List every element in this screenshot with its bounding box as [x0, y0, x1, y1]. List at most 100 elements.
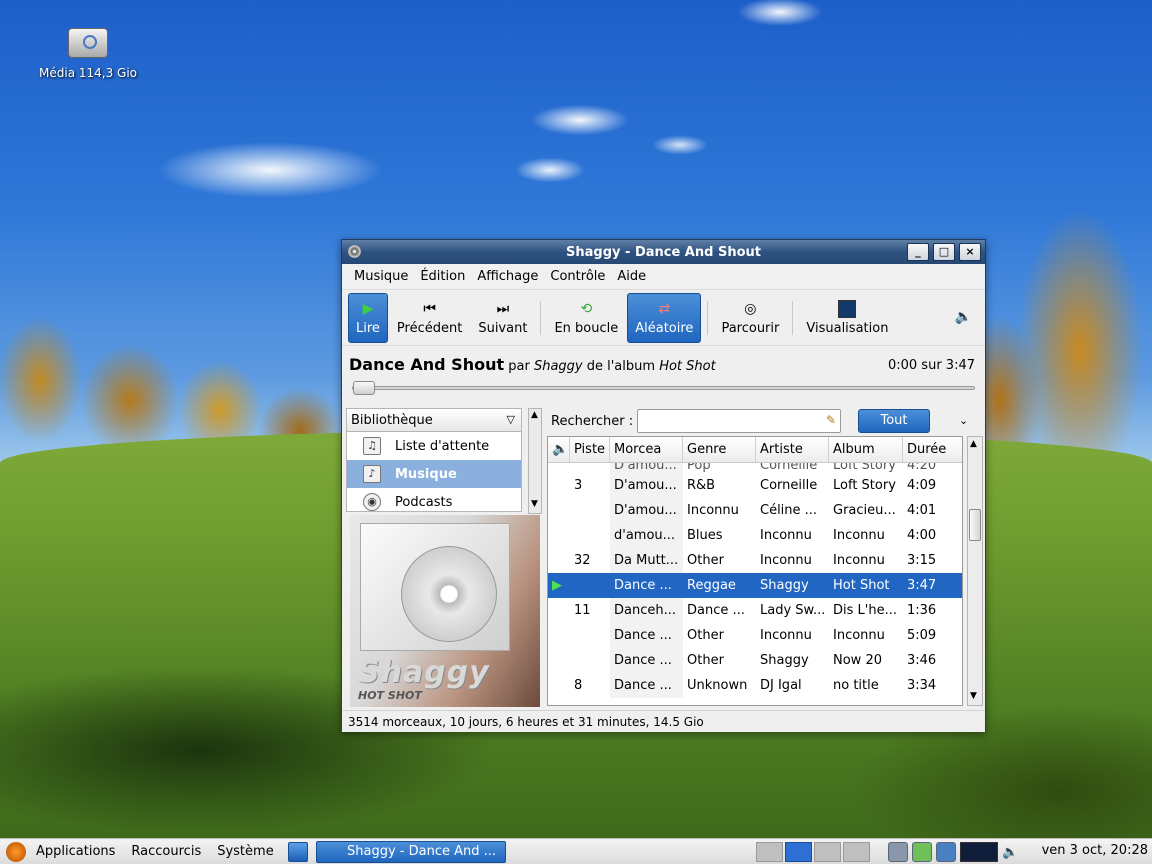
shuffle-label: Aléatoire — [635, 321, 694, 336]
seek-slider[interactable] — [352, 381, 975, 395]
volume-icon[interactable]: 🔈 — [1002, 845, 1018, 860]
filter-all-button[interactable]: Tout — [858, 409, 930, 433]
table-cell: Inconnu — [833, 553, 885, 568]
table-cell: Dis L'he... — [833, 603, 897, 618]
table-row[interactable]: 8 Dance ... Unknown DJ Igal no title 3:3… — [548, 673, 962, 698]
menu-edition[interactable]: Édition — [414, 269, 471, 284]
panel-menu-places[interactable]: Raccourcis — [123, 844, 209, 859]
music-note-icon: ♪ — [363, 465, 381, 483]
workspace-4[interactable] — [843, 842, 870, 862]
library-selector[interactable]: Bibliothèque ▽ — [346, 408, 522, 432]
chevron-down-icon[interactable]: ▽ — [507, 413, 515, 426]
skip-forward-icon: ⏭ — [496, 301, 510, 317]
table-cell: Corneille — [760, 478, 818, 493]
clock[interactable]: ven 3 oct, 20:28 — [1042, 843, 1148, 858]
shuffle-button[interactable]: ⇄ Aléatoire — [627, 292, 702, 343]
table-cell: Dance ... — [610, 623, 683, 648]
speaker-icon: 🔈 — [552, 442, 569, 457]
desktop-icon-media[interactable]: Média 114,3 Gio — [30, 28, 146, 80]
table-row[interactable]: 3 D'amou... R&B Corneille Loft Story 4:0… — [548, 473, 962, 498]
library-item-queue[interactable]: ♫ Liste d'attente — [347, 432, 521, 460]
column-header-track[interactable]: Piste — [570, 437, 610, 462]
visualization-button[interactable]: Visualisation — [799, 293, 895, 343]
menu-controle[interactable]: Contrôle — [544, 269, 611, 284]
table-cell: 1:36 — [907, 603, 937, 618]
song-pane: Rechercher : ✎ Tout ⌄ 🔈 Piste Morcea Gen… — [547, 406, 983, 710]
scroll-down-icon[interactable]: ▼ — [531, 499, 538, 509]
menu-affichage[interactable]: Affichage — [471, 269, 544, 284]
table-cell: Da Mutt... — [610, 548, 683, 573]
library-scrollbar[interactable]: ▲ ▼ — [528, 408, 542, 514]
play-button[interactable]: ▶ Lire — [348, 292, 388, 343]
show-desktop-icon[interactable] — [287, 841, 308, 862]
system-monitor-icon[interactable] — [960, 842, 998, 862]
next-label: Suivant — [478, 321, 528, 336]
search-input[interactable]: ✎ — [637, 409, 841, 433]
table-row[interactable]: 32 Da Mutt... Other Inconnu Inconnu 3:15 — [548, 548, 962, 573]
repeat-button[interactable]: ⟲ En boucle — [547, 293, 625, 343]
desktop-icon-label: Média 114,3 Gio — [39, 66, 137, 80]
table-row-partial[interactable]: D'amou... Pop Corneille Loft Story 4:20 — [548, 463, 962, 473]
table-row[interactable]: Dance ... Other Shaggy Now 20 3:46 — [548, 648, 962, 673]
rhythmbox-tray-icon[interactable] — [888, 842, 908, 862]
table-row[interactable]: Dance ... Other Inconnu Inconnu 5:09 — [548, 623, 962, 648]
maximize-button[interactable]: □ — [933, 243, 955, 261]
table-row[interactable]: D'amou... Inconnu Céline ... Gracieu... … — [548, 498, 962, 523]
app-icon[interactable] — [348, 245, 361, 258]
table-cell: DJ Igal — [760, 678, 802, 693]
table-cell: 8 — [574, 678, 583, 693]
table-cell: Loft Story — [833, 478, 896, 493]
table-cell: 32 — [574, 553, 591, 568]
workspace-2[interactable] — [785, 842, 812, 862]
table-scrollbar-thumb[interactable] — [969, 509, 981, 541]
rhythmbox-window: Shaggy - Dance And Shout _ □ × Musique É… — [341, 239, 986, 732]
column-header-title[interactable]: Morcea — [610, 437, 683, 462]
table-cell: Dance ... — [610, 648, 683, 673]
bottom-panel: Applications Raccourcis Système Shaggy -… — [0, 838, 1152, 864]
chevron-down-icon[interactable]: ⌄ — [959, 414, 968, 427]
browse-button[interactable]: ◎ Parcourir — [714, 293, 786, 343]
table-row[interactable]: 11 Danceh... Dance ... Lady Sw... Dis L'… — [548, 598, 962, 623]
drive-icon — [68, 28, 108, 58]
column-header-artist[interactable]: Artiste — [756, 437, 829, 462]
scroll-down-icon[interactable]: ▼ — [970, 691, 977, 701]
table-cell: Gracieu... — [833, 503, 896, 518]
next-button[interactable]: ⏭ Suivant — [471, 293, 534, 343]
column-header-playing[interactable]: 🔈 — [548, 437, 570, 462]
table-row-now-playing[interactable]: ▶ Dance ... Reggae Shaggy Hot Shot 3:47 — [548, 573, 962, 598]
column-header-duration[interactable]: Durée — [903, 437, 962, 462]
song-artist: Shaggy — [533, 359, 583, 374]
workspace-3[interactable] — [814, 842, 841, 862]
table-cell: 4:01 — [907, 503, 937, 518]
music-note-icon: ♫ — [363, 437, 381, 455]
clear-icon[interactable]: ✎ — [826, 413, 836, 427]
library-item-label: Musique — [395, 466, 457, 482]
table-scrollbar[interactable]: ▲ ▼ — [967, 436, 983, 706]
scroll-up-icon[interactable]: ▲ — [970, 439, 977, 449]
minimize-button[interactable]: _ — [907, 243, 929, 261]
library-item-podcasts[interactable]: ◉ Podcasts — [347, 488, 521, 511]
workspace-1[interactable] — [756, 842, 783, 862]
panel-menu-system[interactable]: Système — [209, 844, 281, 859]
network-icon[interactable] — [936, 842, 956, 862]
volume-button[interactable]: 🔈 — [948, 293, 979, 343]
library-item-music[interactable]: ♪ Musique — [347, 460, 521, 488]
menu-musique[interactable]: Musique — [348, 269, 414, 284]
menu-aide[interactable]: Aide — [611, 269, 652, 284]
taskbar-button-rhythmbox[interactable]: Shaggy - Dance And ... — [316, 841, 506, 863]
library-pane: Bibliothèque ▽ ♫ Liste d'attente ♪ Musiq… — [346, 408, 542, 708]
column-header-album[interactable]: Album — [829, 437, 903, 462]
gnome-foot-icon[interactable] — [6, 841, 26, 862]
title-bar[interactable]: Shaggy - Dance And Shout _ □ × — [342, 240, 985, 264]
panel-menu-applications[interactable]: Applications — [28, 844, 123, 859]
previous-button[interactable]: ⏮ Précédent — [390, 293, 469, 343]
column-header-genre[interactable]: Genre — [683, 437, 756, 462]
table-row[interactable]: d'amou... Blues Inconnu Inconnu 4:00 — [548, 523, 962, 548]
close-button[interactable]: × — [959, 243, 981, 261]
table-cell — [548, 498, 570, 523]
seek-slider-thumb[interactable] — [353, 381, 375, 395]
status-icon[interactable] — [912, 842, 932, 862]
scroll-up-icon[interactable]: ▲ — [531, 410, 538, 420]
repeat-label: En boucle — [554, 321, 619, 336]
table-cell: 3:34 — [907, 678, 937, 693]
